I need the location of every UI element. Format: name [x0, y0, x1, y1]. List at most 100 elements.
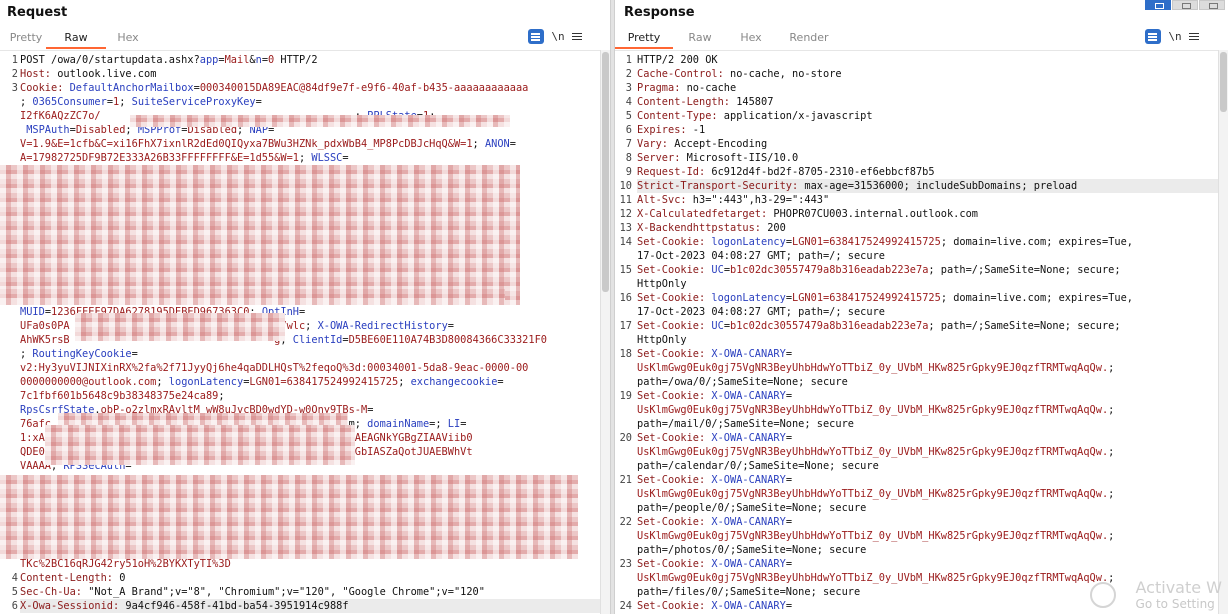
code-line[interactable]: Set-Cookie: UC=b1c02dc30557479a8b316eada…	[637, 263, 1218, 277]
hamburger-menu-icon[interactable]	[1189, 32, 1199, 41]
code-line[interactable]: POST /owa/0/startupdata.ashx?app=Mail&n=…	[20, 53, 600, 67]
code-line[interactable]: Vary: Accept-Encoding	[637, 137, 1218, 151]
layout-tabs-icon[interactable]	[1199, 0, 1225, 10]
code-line[interactable]: Request-Id: 6c912d4f-bd2f-8705-2310-ef6e…	[637, 165, 1218, 179]
line-number	[615, 529, 632, 543]
code-line[interactable]: Expires: -1	[637, 123, 1218, 137]
code-line[interactable]: UsKlmGwg0Euk0gj75VgNR3BeyUhbHdwYoTTbiZ_0…	[637, 361, 1218, 375]
response-scrollbar[interactable]	[1218, 50, 1228, 614]
layout-split-icon[interactable]	[1145, 0, 1171, 10]
tab-hex[interactable]: Hex	[106, 29, 150, 49]
request-scrollbar-thumb[interactable]	[602, 52, 609, 292]
code-line[interactable]: 7c1fbf601b5648c9b38348375e24ca89;	[20, 389, 600, 403]
wrap-lines-icon[interactable]	[528, 29, 544, 44]
code-line[interactable]: 17-Oct-2023 04:08:27 GMT; path=/; secure	[637, 305, 1218, 319]
tab-raw[interactable]: Raw	[46, 29, 106, 49]
request-editor[interactable]: 1 2 3 4 5 6 POST /owa/0/startupdata.ashx?app=…	[0, 50, 600, 614]
code-line[interactable]: Sec-Ch-Ua: "Not_A Brand";v="8", "Chromiu…	[20, 585, 600, 599]
code-line[interactable]: A=17982725DF9B72E333A26B33FFFFFFFF&E=1d5…	[20, 151, 600, 165]
response-editor[interactable]: 1 2 3 4 5 6 7 8 9 10 11 12 13 14 15 16 17 18 19 20 21 22 23 24 …	[615, 50, 1218, 614]
code-line[interactable]: ; 0365Consumer=1; SuiteServiceProxyKey=	[20, 95, 600, 109]
newline-toggle-icon[interactable]: \n	[550, 30, 566, 43]
tab-pretty[interactable]: Pretty	[615, 29, 673, 49]
newline-toggle-icon[interactable]: \n	[1167, 30, 1183, 43]
code-line[interactable]: UsKlmGwg0Euk0gj75VgNR3BeyUhbHdwYoTTbiZ_0…	[637, 487, 1218, 501]
redaction-block	[75, 313, 285, 341]
tab-raw[interactable]: Raw	[673, 29, 727, 49]
code-line[interactable]: Set-Cookie: logonLatency=LGN01=638417524…	[637, 291, 1218, 305]
line-number	[0, 305, 18, 319]
code-line[interactable]: 17-Oct-2023 04:08:27 GMT; path=/; secure	[637, 249, 1218, 263]
code-line[interactable]: Set-Cookie: X-OWA-CANARY=	[637, 557, 1218, 571]
line-number: 12	[619, 208, 632, 220]
code-line[interactable]: ; RoutingKeyCookie=	[20, 347, 600, 361]
code-line[interactable]: Cookie: DefaultAnchorMailbox=000340015DA…	[20, 81, 600, 95]
line-number: 14	[619, 236, 632, 248]
code-line[interactable]: 0000000000@outlook.com; logonLatency=LGN…	[20, 375, 600, 389]
line-number	[0, 151, 18, 165]
tab-render[interactable]: Render	[775, 29, 843, 49]
code-line[interactable]: HttpOnly	[637, 277, 1218, 291]
code-line[interactable]: HTTP/2 200 OK	[637, 53, 1218, 67]
code-line[interactable]: X-Calculatedfetarget: PHOPR07CU003.inter…	[637, 207, 1218, 221]
code-line[interactable]: X-Owa-Sessionid: 9a4cf946-458f-41bd-ba54…	[20, 599, 600, 613]
code-line[interactable]: path=/calendar/0/;SameSite=None; secure	[637, 459, 1218, 473]
code-line[interactable]: Content-Length: 145807	[637, 95, 1218, 109]
request-toolbar: \n	[528, 29, 582, 44]
line-number: 5	[625, 110, 632, 122]
wrap-lines-icon[interactable]	[1145, 29, 1161, 44]
code-line[interactable]: Content-Type: application/x-javascript	[637, 109, 1218, 123]
layout-horizontal-icon[interactable]	[1172, 0, 1198, 10]
code-line[interactable]: UsKlmGwg0Euk0gj75VgNR3BeyUhbHdwYoTTbiZ_0…	[637, 403, 1218, 417]
code-line[interactable]: path=/owa/0/;SameSite=None; secure	[637, 375, 1218, 389]
code-line[interactable]: Set-Cookie: X-OWA-CANARY=	[637, 347, 1218, 361]
code-line[interactable]: Set-Cookie: UC=b1c02dc30557479a8b316eada…	[637, 319, 1218, 333]
code-line[interactable]: Server: Microsoft-IIS/10.0	[637, 151, 1218, 165]
layout-toggles	[1144, 0, 1225, 10]
code-line[interactable]: Set-Cookie: X-OWA-CANARY=	[637, 431, 1218, 445]
tab-hex[interactable]: Hex	[727, 29, 775, 49]
code-line[interactable]: Content-Length: 0	[20, 571, 600, 585]
code-line[interactable]: Alt-Svc: h3=":443",h3-29=":443"	[637, 193, 1218, 207]
code-line[interactable]: path=/photos/0/;SameSite=None; secure	[637, 543, 1218, 557]
redaction-block	[130, 115, 510, 127]
line-number	[615, 333, 632, 347]
code-line[interactable]: v2:Hy3yuVIJNIXinRX%2fa%2f71JyyQj6he4qaDD…	[20, 361, 600, 375]
request-pane: Request Pretty Raw Hex \n 1 2 3 4 5 6 POST /owa…	[0, 0, 610, 614]
line-number: 3	[11, 82, 18, 94]
line-number: 18	[619, 348, 632, 360]
hamburger-menu-icon[interactable]	[572, 32, 582, 41]
response-scrollbar-thumb[interactable]	[1220, 52, 1227, 112]
response-pane: Response Pretty Raw Hex Render \n 123456789…	[615, 0, 1228, 614]
code-line[interactable]: path=/people/0/;SameSite=None; secure	[637, 501, 1218, 515]
code-line[interactable]: UsKlmGwg0Euk0gj75VgNR3BeyUhbHdwYoTTbiZ_0…	[637, 529, 1218, 543]
line-number	[615, 543, 632, 557]
code-line[interactable]: Cache-Control: no-cache, no-store	[637, 67, 1218, 81]
code-line[interactable]: path=/files/0/;SameSite=None; secure	[637, 585, 1218, 599]
code-line[interactable]: Host: outlook.live.com	[20, 67, 600, 81]
line-number: 10	[619, 180, 632, 192]
code-line[interactable]: Set-Cookie: X-OWA-CANARY=	[637, 599, 1218, 613]
tab-pretty[interactable]: Pretty	[6, 29, 46, 49]
code-line[interactable]: Strict-Transport-Security: max-age=31536…	[637, 179, 1218, 193]
request-scrollbar[interactable]	[600, 50, 610, 614]
code-line[interactable]: V=1.9&E=1cfb&C=xi16FhX7ixnlR2dEd0QIQyxa7…	[20, 137, 600, 151]
code-line[interactable]: Set-Cookie: X-OWA-CANARY=	[637, 473, 1218, 487]
code-line[interactable]: UsKlmGwg0Euk0gj75VgNR3BeyUhbHdwYoTTbiZ_0…	[637, 571, 1218, 585]
code-line[interactable]: Pragma: no-cache	[637, 81, 1218, 95]
line-number	[0, 319, 18, 333]
code-line[interactable]: Set-Cookie: logonLatency=LGN01=638417524…	[637, 235, 1218, 249]
code-line[interactable]: HttpOnly	[637, 333, 1218, 347]
line-number	[615, 375, 632, 389]
redaction-block	[0, 287, 505, 303]
line-number	[615, 249, 632, 263]
code-line[interactable]: X-Backendhttpstatus: 200	[637, 221, 1218, 235]
code-line[interactable]: TKc%2BC16qRJG42ry51oH%2BYKXTyTI%3D	[20, 557, 600, 571]
response-code[interactable]: HTTP/2 200 OK Cache-Control: no-cache, no…	[637, 53, 1218, 613]
line-number	[615, 277, 632, 291]
code-line[interactable]: path=/mail/0/;SameSite=None; secure	[637, 417, 1218, 431]
code-line[interactable]: Set-Cookie: X-OWA-CANARY=	[637, 515, 1218, 529]
code-line[interactable]: UsKlmGwg0Euk0gj75VgNR3BeyUhbHdwYoTTbiZ_0…	[637, 445, 1218, 459]
code-line[interactable]: Set-Cookie: X-OWA-CANARY=	[637, 389, 1218, 403]
line-number: 2	[11, 68, 18, 80]
